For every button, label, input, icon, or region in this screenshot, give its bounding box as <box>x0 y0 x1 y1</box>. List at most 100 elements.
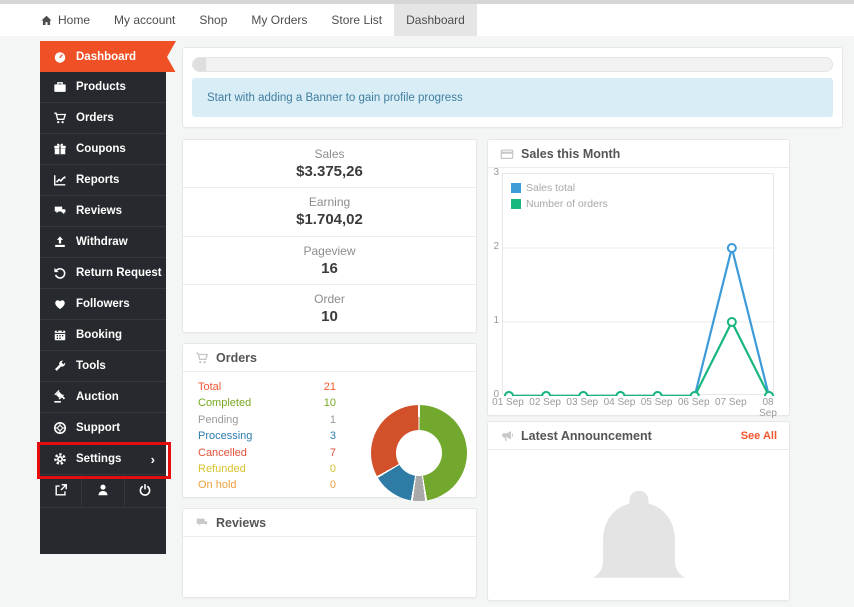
sidebar-item-booking[interactable]: Booking <box>40 320 166 351</box>
sidebar-item-label: Orders <box>76 112 114 124</box>
briefcase-icon <box>53 80 67 94</box>
see-all-link[interactable]: See All <box>741 430 777 442</box>
nav-home-label: Home <box>58 13 91 27</box>
orders-panel: Orders Total 21 Completed 10 Pending 1 Proc… <box>182 343 477 501</box>
sidebar-item-tools[interactable]: Tools <box>40 351 166 382</box>
profile-button[interactable] <box>82 475 125 507</box>
sidebar-item-label: Auction <box>76 391 119 403</box>
sidebar-item-label: Reports <box>76 174 120 186</box>
sidebar-item-coupons[interactable]: Coupons <box>40 134 166 165</box>
external-link-icon <box>54 483 68 500</box>
sidebar-item-return-request[interactable]: Return Request <box>40 258 166 289</box>
announcement-header: Latest Announcement See All <box>488 422 789 450</box>
sidebar-item-withdraw[interactable]: Withdraw <box>40 227 166 258</box>
orders-donut-chart <box>371 405 467 501</box>
nav-my-orders[interactable]: My Orders <box>239 4 319 36</box>
orders-body: Total 21 Completed 10 Pending 1 Processing 3… <box>183 372 476 501</box>
sales-month-header: Sales this Month <box>488 140 789 168</box>
announcement-panel: Latest Announcement See All <box>487 421 790 601</box>
heart-icon <box>53 297 67 311</box>
y-tick-label: 3 <box>493 167 499 178</box>
sidebar-item-orders[interactable]: Orders <box>40 103 166 134</box>
order-row-refunded[interactable]: Refunded 0 <box>198 461 336 477</box>
legend-label: Number of orders <box>526 198 608 210</box>
home-icon <box>40 14 53 27</box>
legend-swatch <box>511 183 521 193</box>
sidebar-item-label: Settings <box>76 453 122 465</box>
legend-label: Sales total <box>526 182 576 194</box>
cart-icon <box>195 351 209 365</box>
sales-line-chart: 3210 Sales total Number of orders 01 Sep 0… <box>488 167 789 419</box>
comments-icon <box>53 204 67 218</box>
order-row-pending[interactable]: Pending 1 <box>198 412 336 428</box>
sidebar-item-label: Products <box>76 81 126 93</box>
stat-sales: Sales $3.375,26 <box>183 140 476 189</box>
order-row-processing[interactable]: Processing 3 <box>198 428 336 444</box>
stat-label: Sales <box>314 147 345 162</box>
stats-card: Sales $3.375,26 Earning $1.704,02 Pagevi… <box>182 139 477 333</box>
sidebar-item-support[interactable]: Support <box>40 413 166 444</box>
gavel-icon <box>53 390 67 404</box>
sidebar-item-reviews[interactable]: Reviews <box>40 196 166 227</box>
wrench-icon <box>53 359 67 373</box>
stat-value: 16 <box>321 259 338 277</box>
gear-icon <box>53 452 67 466</box>
order-row-on-hold[interactable]: On hold 0 <box>198 477 336 493</box>
speedometer-icon <box>53 50 67 64</box>
user-icon <box>96 483 110 500</box>
reviews-panel-header: Reviews <box>183 509 476 537</box>
sidebar-item-label: Tools <box>76 360 106 372</box>
stat-pageview: Pageview 16 <box>183 237 476 285</box>
nav-store-list[interactable]: Store List <box>319 4 394 36</box>
orders-panel-header: Orders <box>183 344 476 372</box>
panel-title: Reviews <box>216 515 267 530</box>
panel-title: Orders <box>216 350 257 365</box>
x-tick-label: 04 Sep <box>603 397 636 408</box>
legend-swatch <box>511 199 521 209</box>
nav-shop[interactable]: Shop <box>187 4 239 36</box>
nav-my-account[interactable]: My account <box>102 4 187 36</box>
reviews-panel: Reviews <box>182 508 477 598</box>
stat-order: Order 10 <box>183 285 476 332</box>
credit-card-icon <box>500 147 514 161</box>
x-tick-label: 02 Sep <box>529 397 561 408</box>
panel-title: Latest Announcement <box>521 428 652 443</box>
stat-label: Earning <box>308 195 351 210</box>
nav-dashboard[interactable]: Dashboard <box>394 4 477 36</box>
order-row-total[interactable]: Total 21 <box>198 379 336 395</box>
sidebar-item-products[interactable]: Products <box>40 72 166 103</box>
order-row-completed[interactable]: Completed 10 <box>198 395 336 411</box>
panel-title: Sales this Month <box>521 146 621 161</box>
sidebar-item-label: Support <box>76 422 121 434</box>
stat-value: $3.375,26 <box>296 163 363 181</box>
sidebar-item-reports[interactable]: Reports <box>40 165 166 196</box>
sidebar-item-dashboard[interactable]: Dashboard <box>40 40 176 73</box>
gift-icon <box>53 142 67 156</box>
sidebar-item-followers[interactable]: Followers <box>40 289 166 320</box>
nav-home[interactable]: Home <box>28 4 102 36</box>
sidebar-item-auction[interactable]: Auction <box>40 382 166 413</box>
cart-icon <box>53 111 67 125</box>
x-tick-label: 08 Sep <box>759 397 777 419</box>
sidebar-item-label: Followers <box>76 298 130 310</box>
visit-store-button[interactable] <box>40 475 83 507</box>
sidebar-navigation: Dashboard Products Orders Coupons Report… <box>40 40 176 554</box>
y-tick-label: 2 <box>493 241 499 252</box>
order-row-cancelled[interactable]: Cancelled 7 <box>198 445 336 461</box>
sidebar-item-settings[interactable]: Settings › <box>40 444 166 475</box>
empty-announcements-illustration <box>573 486 705 607</box>
sidebar-item-label: Dashboard <box>76 50 137 63</box>
stat-value: $1.704,02 <box>296 211 363 229</box>
chart-legend: Sales total Number of orders <box>511 182 608 214</box>
plot-area: Sales total Number of orders <box>502 173 775 396</box>
top-navigation: Home My account Shop My Orders Store Lis… <box>0 4 854 36</box>
chart-line-icon <box>53 173 67 187</box>
logout-button[interactable] <box>125 475 166 507</box>
sidebar-item-label: Coupons <box>76 143 126 155</box>
stat-label: Order <box>314 291 345 306</box>
life-ring-icon <box>53 421 67 435</box>
bell-icon <box>592 490 685 578</box>
y-tick-label: 1 <box>493 315 499 326</box>
x-tick-label: 01 Sep <box>492 397 524 408</box>
x-tick-label: 05 Sep <box>640 397 673 408</box>
